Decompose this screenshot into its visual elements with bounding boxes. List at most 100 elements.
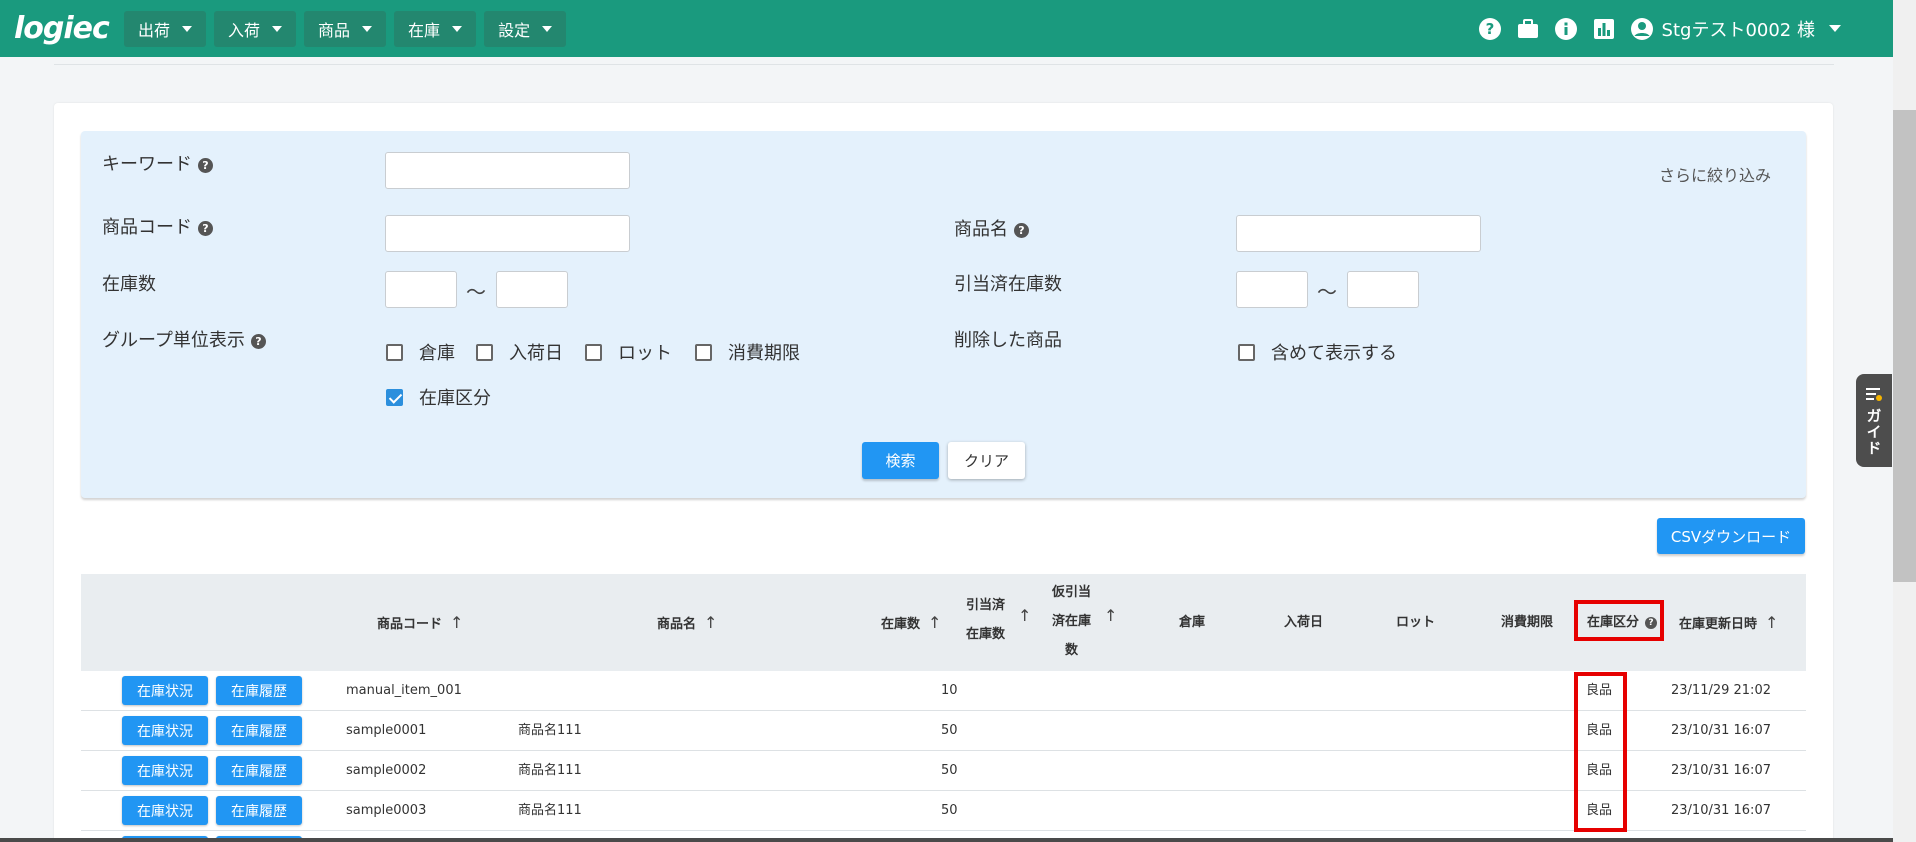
keyword-label: キーワード? xyxy=(102,150,213,176)
stock-min-input[interactable] xyxy=(385,271,457,308)
list-icon xyxy=(1866,388,1882,401)
stock-status-button[interactable]: 在庫状況 xyxy=(122,716,208,745)
menu-shipping-label: 出荷 xyxy=(138,20,171,40)
scrollbar-thumb[interactable] xyxy=(1893,110,1916,582)
cell-product-code: manual_item_001 xyxy=(346,683,462,698)
sort-arrow-icon[interactable]: ↑ xyxy=(450,613,463,632)
th-updated-at[interactable]: 在庫更新日時 ↑ xyxy=(1679,608,1778,639)
checkbox-label: 在庫区分 xyxy=(419,388,491,409)
th-product-name[interactable]: 商品名 ↑ xyxy=(657,608,717,639)
table-row: 在庫状況 在庫履歴 sample0002 商品名111 50 良品 23/10/… xyxy=(81,751,1806,791)
group-arrival-checkbox[interactable]: 入荷日 xyxy=(476,339,563,365)
allocated-max-input[interactable] xyxy=(1347,271,1419,308)
checkbox-label: ロット xyxy=(618,343,672,364)
product-name-label: 商品名? xyxy=(954,215,1029,241)
divider xyxy=(54,64,1834,65)
th-label-line: 済在庫 xyxy=(1052,614,1092,629)
stock-history-button[interactable]: 在庫履歴 xyxy=(216,796,302,825)
checkbox-icon xyxy=(386,343,403,361)
menu-shipping[interactable]: 出荷 xyxy=(124,10,207,47)
help-icon[interactable]: ? xyxy=(198,221,213,236)
sort-arrow-icon[interactable]: ↑ xyxy=(928,613,941,632)
sort-arrow-icon[interactable]: ↑ xyxy=(1018,606,1031,625)
th-label: 在庫数 xyxy=(881,617,921,632)
info-icon[interactable] xyxy=(1554,17,1578,41)
stock-history-button[interactable]: 在庫履歴 xyxy=(216,716,302,745)
group-lot-checkbox[interactable]: ロット xyxy=(585,339,672,365)
group-warehouse-checkbox[interactable]: 倉庫 xyxy=(386,339,455,365)
checkbox-icon xyxy=(695,343,712,361)
group-display-label-text: グループ単位表示 xyxy=(102,330,245,351)
th-lot: ロット xyxy=(1396,615,1436,630)
include-deleted-checkbox[interactable]: 含めて表示する xyxy=(1238,339,1397,365)
th-arrival-date: 入荷日 xyxy=(1284,615,1324,630)
cell-updated-at: 23/10/31 16:07 xyxy=(1671,803,1771,818)
th-allocated-qty[interactable]: 引当済 在庫数 xyxy=(966,591,1005,649)
chevron-down-icon xyxy=(182,25,193,32)
sort-arrow-icon[interactable]: ↑ xyxy=(704,613,717,632)
group-display-label: グループ単位表示? xyxy=(102,326,266,352)
range-tilde: 〜 xyxy=(1317,280,1337,304)
menu-inventory-label: 在庫 xyxy=(408,20,441,40)
menu-settings-label: 設定 xyxy=(498,20,531,40)
checkbox-icon xyxy=(476,343,493,361)
checkbox-label: 倉庫 xyxy=(419,343,455,364)
menu-settings[interactable]: 設定 xyxy=(484,10,567,47)
csv-download-button[interactable]: CSVダウンロード xyxy=(1657,518,1805,554)
stock-status-button[interactable]: 在庫状況 xyxy=(122,676,208,705)
th-label: 在庫更新日時 xyxy=(1679,617,1758,632)
th-product-code[interactable]: 商品コード ↑ xyxy=(377,608,463,639)
group-category-checkbox[interactable]: 在庫区分 xyxy=(386,384,491,410)
cell-stock-qty: 10 xyxy=(941,683,958,698)
top-nav-bar: logiec 出荷 入荷 商品 在庫 設定 ? Stgテスト0002 様 xyxy=(0,0,1893,57)
keyword-input[interactable] xyxy=(385,152,630,189)
vertical-scrollbar[interactable] xyxy=(1893,0,1916,842)
search-button[interactable]: 検索 xyxy=(862,442,939,479)
highlight-frame xyxy=(1574,600,1664,641)
checkbox-label: 含めて表示する xyxy=(1271,343,1397,364)
th-temp-allocated-qty[interactable]: 仮引当 済在庫数 xyxy=(1052,578,1091,665)
help-icon[interactable]: ? xyxy=(1014,223,1029,238)
stock-status-button[interactable]: 在庫状況 xyxy=(122,756,208,785)
guide-label: ガイド xyxy=(1864,408,1883,456)
chart-icon[interactable] xyxy=(1592,17,1616,41)
allocated-min-input[interactable] xyxy=(1236,271,1308,308)
sort-arrow-icon[interactable]: ↑ xyxy=(1765,613,1778,632)
checkbox-label: 消費期限 xyxy=(728,343,800,364)
menu-inventory[interactable]: 在庫 xyxy=(394,10,477,47)
th-stock-qty[interactable]: 在庫数 ↑ xyxy=(881,608,941,639)
menu-products[interactable]: 商品 xyxy=(304,10,387,47)
stock-history-button[interactable]: 在庫履歴 xyxy=(216,676,302,705)
th-label-line: 引当済 xyxy=(966,598,1006,613)
chevron-down-icon[interactable] xyxy=(1829,25,1841,32)
clear-button[interactable]: クリア xyxy=(948,442,1025,479)
guide-tab[interactable]: ガイド xyxy=(1856,374,1892,467)
chevron-down-icon xyxy=(362,25,373,32)
product-name-label-text: 商品名 xyxy=(954,219,1008,240)
help-icon[interactable]: ? xyxy=(250,334,266,349)
th-label: 商品コード xyxy=(377,617,443,632)
product-name-input[interactable] xyxy=(1236,215,1481,252)
more-filter-link[interactable]: さらに絞り込み xyxy=(1659,162,1771,186)
stock-qty-label: 在庫数 xyxy=(102,274,156,295)
user-name[interactable]: Stgテスト0002 様 xyxy=(1662,16,1815,42)
cell-product-code: sample0003 xyxy=(346,803,427,818)
help-icon[interactable]: ? xyxy=(198,158,213,173)
menu-receiving[interactable]: 入荷 xyxy=(214,10,297,47)
stock-status-button[interactable]: 在庫状況 xyxy=(122,796,208,825)
taskbar-edge xyxy=(0,838,1893,842)
checkbox-icon xyxy=(585,343,602,361)
app-logo[interactable]: logiec xyxy=(14,11,116,46)
group-expiry-checkbox[interactable]: 消費期限 xyxy=(695,339,800,365)
th-label-line: 数 xyxy=(1065,643,1079,658)
sort-arrow-icon[interactable]: ↑ xyxy=(1104,606,1117,625)
svg-text:?: ? xyxy=(1485,20,1494,38)
help-icon[interactable]: ? xyxy=(1478,17,1502,41)
stock-max-input[interactable] xyxy=(496,271,568,308)
briefcase-icon[interactable] xyxy=(1516,17,1540,41)
top-right-tools: ? Stgテスト0002 様 xyxy=(1464,0,1841,57)
cell-product-code: sample0001 xyxy=(346,723,427,738)
product-code-input[interactable] xyxy=(385,215,630,252)
stock-history-button[interactable]: 在庫履歴 xyxy=(216,756,302,785)
account-icon[interactable] xyxy=(1630,17,1654,41)
